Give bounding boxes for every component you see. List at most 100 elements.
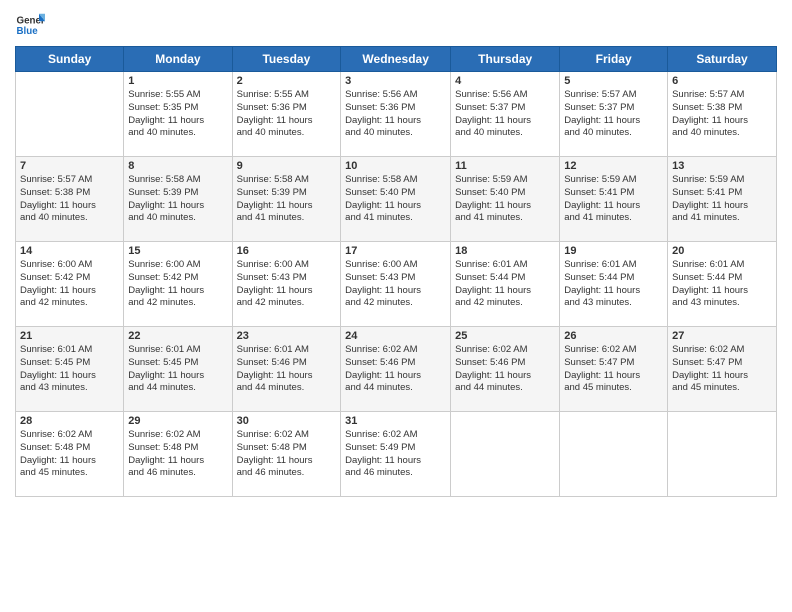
calendar-cell: 28 Sunrise: 6:02 AM Sunset: 5:48 PM Dayli…	[16, 412, 124, 497]
day-info: Sunrise: 5:57 AM Sunset: 5:37 PM Dayligh…	[564, 89, 663, 140]
calendar-cell: 8 Sunrise: 5:58 AM Sunset: 5:39 PM Daylig…	[124, 157, 232, 242]
day-number: 10	[345, 160, 446, 172]
calendar-cell	[451, 412, 560, 497]
day-info: Sunrise: 6:01 AM Sunset: 5:45 PM Dayligh…	[128, 344, 227, 395]
day-info: Sunrise: 6:01 AM Sunset: 5:44 PM Dayligh…	[564, 259, 663, 310]
calendar-cell: 23Sunrise: 6:01 AM Sunset: 5:46 PM Dayli…	[232, 327, 341, 412]
day-number: 8	[128, 160, 227, 172]
day-info: Sunrise: 5:57 AM Sunset: 5:38 PM Dayligh…	[672, 89, 772, 140]
day-info: Sunrise: 6:02 AM Sunset: 5:46 PM Dayligh…	[455, 344, 555, 395]
calendar-cell: 15 Sunrise: 6:00 AM Sunset: 5:42 PM Dayli…	[124, 242, 232, 327]
calendar-cell: 4 Sunrise: 5:56 AM Sunset: 5:37 PM Daylig…	[451, 72, 560, 157]
day-number: 28	[20, 415, 119, 427]
day-info: Sunrise: 5:58 AM Sunset: 5:39 PM Dayligh…	[237, 174, 337, 225]
calendar-cell: 19 Sunrise: 6:01 AM Sunset: 5:44 PM Dayli…	[560, 242, 668, 327]
calendar-cell: 11 Sunrise: 5:59 AM Sunset: 5:40 PM Dayli…	[451, 157, 560, 242]
day-info: Sunrise: 5:58 AM Sunset: 5:40 PM Dayligh…	[345, 174, 446, 225]
day-info: Sunrise: 6:01 AM Sunset: 5:46 PM Dayligh…	[237, 344, 337, 395]
day-info: Sunrise: 6:01 AM Sunset: 5:45 PM Dayligh…	[20, 344, 119, 395]
calendar-cell: 29Sunrise: 6:02 AM Sunset: 5:48 PM Dayli…	[124, 412, 232, 497]
calendar-table: SundayMondayTuesdayWednesdayThursdayFrid…	[15, 46, 777, 497]
calendar-header-row: SundayMondayTuesdayWednesdayThursdayFrid…	[16, 47, 777, 72]
calendar-cell	[16, 72, 124, 157]
calendar-cell: 22 Sunrise: 6:01 AM Sunset: 5:45 PM Dayli…	[124, 327, 232, 412]
header: General Blue	[15, 10, 777, 40]
day-info: Sunrise: 5:55 AM Sunset: 5:35 PM Dayligh…	[128, 89, 227, 140]
calendar-cell: 10 Sunrise: 5:58 AM Sunset: 5:40 PM Dayli…	[341, 157, 451, 242]
svg-text:Blue: Blue	[17, 26, 39, 37]
day-info: Sunrise: 5:59 AM Sunset: 5:41 PM Dayligh…	[564, 174, 663, 225]
day-number: 2	[237, 75, 337, 87]
day-number: 20	[672, 245, 772, 257]
day-info: Sunrise: 6:00 AM Sunset: 5:42 PM Dayligh…	[128, 259, 227, 310]
calendar-cell: 25 Sunrise: 6:02 AM Sunset: 5:46 PM Dayli…	[451, 327, 560, 412]
day-info: Sunrise: 6:02 AM Sunset: 5:48 PM Dayligh…	[20, 429, 119, 480]
day-info: Sunrise: 5:56 AM Sunset: 5:37 PM Dayligh…	[455, 89, 555, 140]
day-number: 12	[564, 160, 663, 172]
calendar-cell: 5Sunrise: 5:57 AM Sunset: 5:37 PM Daylig…	[560, 72, 668, 157]
day-of-week-header: Thursday	[451, 47, 560, 72]
day-number: 18	[455, 245, 555, 257]
calendar-cell: 31Sunrise: 6:02 AM Sunset: 5:49 PM Dayli…	[341, 412, 451, 497]
calendar-cell: 13 Sunrise: 5:59 AM Sunset: 5:41 PM Dayli…	[668, 157, 777, 242]
calendar-cell: 17 Sunrise: 6:00 AM Sunset: 5:43 PM Dayli…	[341, 242, 451, 327]
day-number: 15	[128, 245, 227, 257]
day-number: 9	[237, 160, 337, 172]
day-number: 11	[455, 160, 555, 172]
day-info: Sunrise: 6:02 AM Sunset: 5:48 PM Dayligh…	[237, 429, 337, 480]
calendar-cell: 27 Sunrise: 6:02 AM Sunset: 5:47 PM Dayli…	[668, 327, 777, 412]
calendar-cell	[668, 412, 777, 497]
calendar-cell: 12 Sunrise: 5:59 AM Sunset: 5:41 PM Dayli…	[560, 157, 668, 242]
day-of-week-header: Wednesday	[341, 47, 451, 72]
day-info: Sunrise: 6:01 AM Sunset: 5:44 PM Dayligh…	[672, 259, 772, 310]
day-number: 24	[345, 330, 446, 342]
calendar-cell: 1 Sunrise: 5:55 AM Sunset: 5:35 PM Daylig…	[124, 72, 232, 157]
calendar-body: 1 Sunrise: 5:55 AM Sunset: 5:35 PM Daylig…	[16, 72, 777, 497]
day-number: 22	[128, 330, 227, 342]
calendar-cell: 16 Sunrise: 6:00 AM Sunset: 5:43 PM Dayli…	[232, 242, 341, 327]
calendar-week-row: 7Sunrise: 5:57 AM Sunset: 5:38 PM Daylig…	[16, 157, 777, 242]
calendar-cell: 18 Sunrise: 6:01 AM Sunset: 5:44 PM Dayli…	[451, 242, 560, 327]
day-info: Sunrise: 6:02 AM Sunset: 5:49 PM Dayligh…	[345, 429, 446, 480]
calendar-cell: 2Sunrise: 5:55 AM Sunset: 5:36 PM Daylig…	[232, 72, 341, 157]
day-number: 4	[455, 75, 555, 87]
day-of-week-header: Monday	[124, 47, 232, 72]
calendar-cell: 6 Sunrise: 5:57 AM Sunset: 5:38 PM Daylig…	[668, 72, 777, 157]
day-info: Sunrise: 6:02 AM Sunset: 5:46 PM Dayligh…	[345, 344, 446, 395]
day-number: 13	[672, 160, 772, 172]
day-of-week-header: Tuesday	[232, 47, 341, 72]
day-number: 30	[237, 415, 337, 427]
day-number: 29	[128, 415, 227, 427]
day-number: 19	[564, 245, 663, 257]
day-number: 21	[20, 330, 119, 342]
day-number: 6	[672, 75, 772, 87]
day-info: Sunrise: 6:00 AM Sunset: 5:43 PM Dayligh…	[345, 259, 446, 310]
day-number: 14	[20, 245, 119, 257]
calendar-cell: 24 Sunrise: 6:02 AM Sunset: 5:46 PM Dayli…	[341, 327, 451, 412]
calendar-cell: 14Sunrise: 6:00 AM Sunset: 5:42 PM Dayli…	[16, 242, 124, 327]
calendar-cell: 21 Sunrise: 6:01 AM Sunset: 5:45 PM Dayli…	[16, 327, 124, 412]
day-info: Sunrise: 6:02 AM Sunset: 5:47 PM Dayligh…	[672, 344, 772, 395]
calendar-cell: 7Sunrise: 5:57 AM Sunset: 5:38 PM Daylig…	[16, 157, 124, 242]
calendar-cell: 20 Sunrise: 6:01 AM Sunset: 5:44 PM Dayli…	[668, 242, 777, 327]
calendar-week-row: 28 Sunrise: 6:02 AM Sunset: 5:48 PM Dayli…	[16, 412, 777, 497]
day-info: Sunrise: 5:56 AM Sunset: 5:36 PM Dayligh…	[345, 89, 446, 140]
day-number: 1	[128, 75, 227, 87]
day-info: Sunrise: 6:01 AM Sunset: 5:44 PM Dayligh…	[455, 259, 555, 310]
calendar-cell	[560, 412, 668, 497]
calendar-week-row: 1 Sunrise: 5:55 AM Sunset: 5:35 PM Daylig…	[16, 72, 777, 157]
calendar-cell: 3Sunrise: 5:56 AM Sunset: 5:36 PM Daylig…	[341, 72, 451, 157]
day-number: 25	[455, 330, 555, 342]
day-info: Sunrise: 5:58 AM Sunset: 5:39 PM Dayligh…	[128, 174, 227, 225]
day-of-week-header: Friday	[560, 47, 668, 72]
day-info: Sunrise: 5:59 AM Sunset: 5:41 PM Dayligh…	[672, 174, 772, 225]
day-number: 26	[564, 330, 663, 342]
day-of-week-header: Sunday	[16, 47, 124, 72]
day-number: 16	[237, 245, 337, 257]
day-info: Sunrise: 5:59 AM Sunset: 5:40 PM Dayligh…	[455, 174, 555, 225]
day-number: 17	[345, 245, 446, 257]
day-number: 27	[672, 330, 772, 342]
day-info: Sunrise: 6:00 AM Sunset: 5:43 PM Dayligh…	[237, 259, 337, 310]
calendar-week-row: 14 Sunrise: 6:00 AM Sunset: 5:42 PM Dayli…	[16, 242, 777, 327]
day-of-week-header: Saturday	[668, 47, 777, 72]
